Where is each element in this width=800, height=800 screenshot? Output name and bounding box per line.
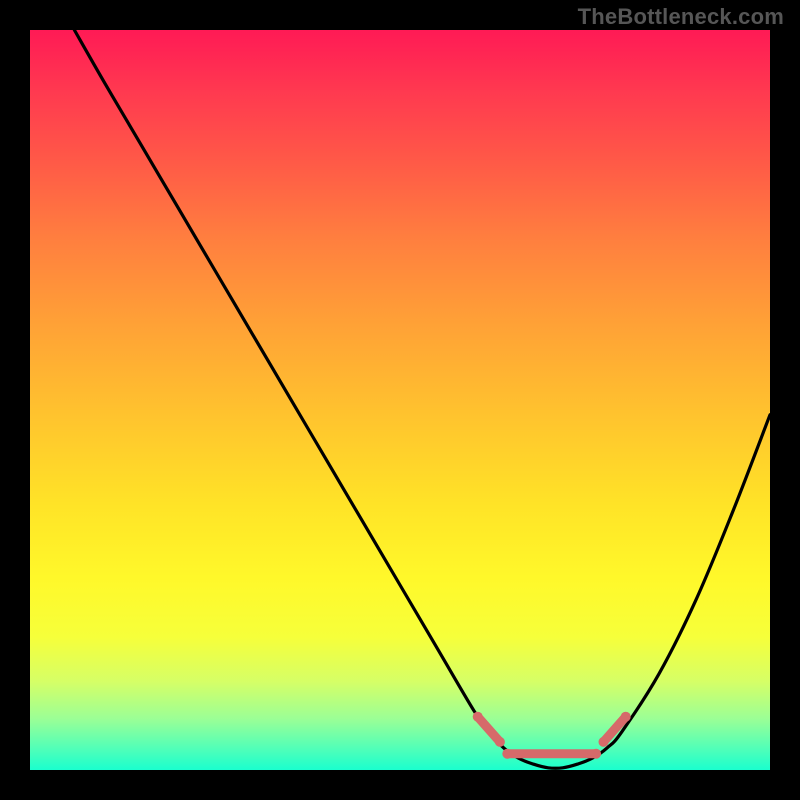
curve-svg (30, 30, 770, 770)
plot-area (30, 30, 770, 770)
watermark-text: TheBottleneck.com (578, 4, 784, 30)
bottleneck-curve (74, 30, 770, 768)
chart-frame: TheBottleneck.com (0, 0, 800, 800)
bottom-highlight (473, 712, 631, 759)
